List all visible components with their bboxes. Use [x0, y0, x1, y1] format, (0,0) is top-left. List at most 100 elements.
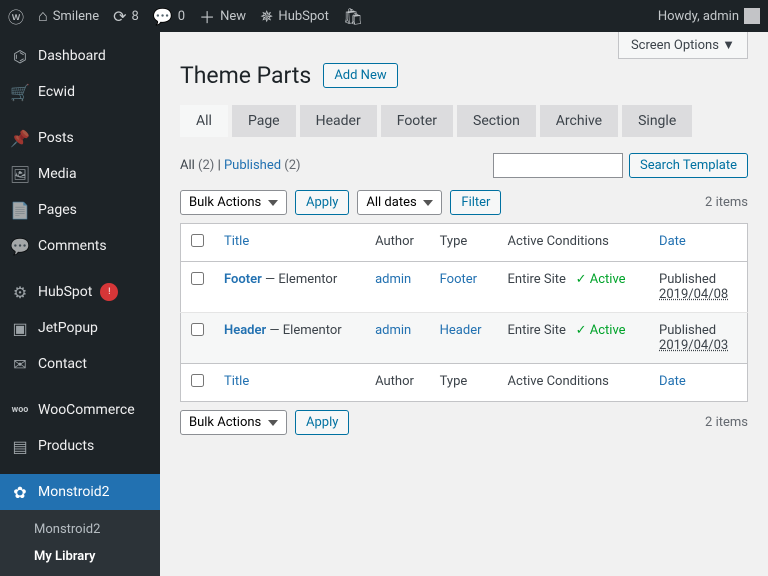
row-checkbox[interactable]	[191, 272, 204, 285]
sidebar-item-woocommerce[interactable]: woo WooCommerce	[0, 392, 160, 428]
filter-button[interactable]: Filter	[450, 190, 501, 215]
row-author-link[interactable]: admin	[375, 323, 411, 338]
contact-icon: ✉	[10, 354, 30, 374]
theme-parts-table: Title Author Type Active Conditions Date…	[180, 223, 748, 402]
row-date-label: Published	[659, 272, 737, 287]
sidebar-item-comments[interactable]: 💬 Comments	[0, 228, 160, 264]
bulk-actions-select[interactable]: Bulk Actions	[180, 190, 287, 215]
admin-sidebar: ⌬ Dashboard 🛒 Ecwid 📌 Posts 🖼 Media 📄 Pages 💬 Comme…	[0, 32, 160, 576]
row-checkbox[interactable]	[191, 323, 204, 336]
dashboard-icon: ⌬	[10, 46, 30, 66]
tab-single[interactable]: Single	[622, 105, 692, 137]
sidebar-item-label: Pages	[38, 202, 77, 218]
sidebar-item-label: WooCommerce	[38, 402, 135, 418]
select-all-checkbox-bottom[interactable]	[191, 374, 204, 387]
col-conditions: Active Conditions	[498, 364, 650, 402]
row-condition-scope: Entire Site	[508, 272, 566, 287]
sidebar-item-label: Media	[38, 166, 77, 182]
col-date[interactable]: Date	[649, 224, 747, 262]
sidebar-item-jetpopup[interactable]: ▣JetPopup	[0, 310, 160, 346]
posts-icon: 📌	[10, 128, 30, 148]
sidebar-item-label: Comments	[38, 238, 107, 254]
sidebar-item-label: HubSpot	[38, 284, 92, 300]
type-tabs: AllPageHeaderFooterSectionArchiveSingle	[180, 105, 748, 137]
sidebar-item-ecwid[interactable]: 🛒 Ecwid	[0, 74, 160, 110]
site-name[interactable]: ⌂Smilene	[38, 6, 99, 26]
search-input[interactable]	[493, 153, 623, 178]
col-type: Type	[430, 364, 498, 402]
bulk-actions-select-bottom[interactable]: Bulk Actions	[180, 410, 287, 435]
tab-all[interactable]: All	[180, 105, 228, 137]
col-title[interactable]: Title	[214, 224, 365, 262]
table-row: Header — Elementor admin Header Entire Site…	[181, 313, 748, 364]
sidebar-item-label: Posts	[38, 130, 74, 146]
col-conditions: Active Conditions	[498, 224, 650, 262]
row-type-link[interactable]: Header	[440, 323, 482, 338]
sidebar-item-monstroid2[interactable]: ✿ Monstroid2	[0, 474, 160, 510]
comments-bubble[interactable]: 💬0	[153, 7, 185, 26]
avatar	[744, 8, 760, 24]
woocommerce-icon: woo	[10, 400, 30, 420]
submenu-item-monstroid2[interactable]: Monstroid2	[0, 516, 160, 543]
sidebar-item-posts[interactable]: 📌 Posts	[0, 120, 160, 156]
sidebar-item-pages[interactable]: 📄 Pages	[0, 192, 160, 228]
row-date-value: 2019/04/08	[659, 287, 728, 302]
apply-button[interactable]: Apply	[295, 190, 349, 215]
monstroid2-icon: ✿	[10, 482, 30, 502]
media-icon: 🖼	[10, 164, 30, 184]
tab-section[interactable]: Section	[457, 105, 536, 137]
new-content[interactable]: ＋New	[199, 4, 246, 28]
apply-button-bottom[interactable]: Apply	[295, 410, 349, 435]
row-suffix: — Elementor	[262, 272, 337, 287]
updates[interactable]: ⟳8	[113, 7, 139, 26]
subsubsub: All (2) | Published (2)	[180, 158, 301, 173]
content-area: Screen Options ▼ Theme Parts Add New All…	[160, 32, 768, 576]
row-suffix: — Elementor	[266, 323, 341, 338]
add-new-button[interactable]: Add New	[323, 63, 397, 88]
my-account[interactable]: Howdy, admin	[658, 8, 760, 24]
row-active-badge: ✓ Active	[576, 272, 626, 287]
col-title[interactable]: Title	[214, 364, 365, 402]
pages-icon: 📄	[10, 200, 30, 220]
jetpopup-icon: ▣	[10, 318, 30, 338]
sidebar-item-products[interactable]: ▤ Products	[0, 428, 160, 464]
col-type: Type	[430, 224, 498, 262]
tab-footer[interactable]: Footer	[381, 105, 453, 137]
row-condition-scope: Entire Site	[508, 323, 566, 338]
published-filter[interactable]: Published	[224, 158, 281, 173]
row-active-badge: ✓ Active	[576, 323, 626, 338]
hubspot-icon: ⚙	[10, 282, 30, 302]
tab-archive[interactable]: Archive	[540, 105, 618, 137]
row-author-link[interactable]: admin	[375, 272, 411, 287]
sidebar-item-hubspot[interactable]: ⚙HubSpot!	[0, 274, 160, 310]
comments-icon: 💬	[10, 236, 30, 256]
submenu-item-my-library[interactable]: My Library	[0, 543, 160, 570]
row-date-value: 2019/04/03	[659, 338, 728, 353]
row-title-link[interactable]: Header	[224, 323, 266, 338]
tab-page[interactable]: Page	[232, 105, 296, 137]
row-type-link[interactable]: Footer	[440, 272, 477, 287]
sidebar-item-label: Monstroid2	[38, 484, 110, 500]
hubspot-bar[interactable]: ✵HubSpot	[260, 7, 329, 26]
cart-bar[interactable]: 🛍	[343, 7, 363, 26]
ecwid-icon: 🛒	[10, 82, 30, 102]
screen-options-toggle[interactable]: Screen Options ▼	[618, 32, 748, 59]
search-template-button[interactable]: Search Template	[629, 153, 748, 178]
sidebar-item-contact[interactable]: ✉ Contact	[0, 346, 160, 382]
sidebar-item-label: Ecwid	[38, 84, 75, 100]
page-title: Theme Parts	[180, 62, 311, 89]
sidebar-item-label: Products	[38, 438, 94, 454]
wp-logo[interactable]: ⓦ	[8, 4, 24, 28]
sidebar-item-dashboard[interactable]: ⌬ Dashboard	[0, 38, 160, 74]
col-date[interactable]: Date	[649, 364, 747, 402]
row-title-link[interactable]: Footer	[224, 272, 262, 287]
sidebar-item-label: Contact	[38, 356, 87, 372]
products-icon: ▤	[10, 436, 30, 456]
select-all-checkbox[interactable]	[191, 234, 204, 247]
sidebar-item-label: Dashboard	[38, 48, 106, 64]
tab-header[interactable]: Header	[300, 105, 377, 137]
date-filter-select[interactable]: All dates	[357, 190, 442, 215]
sidebar-item-media[interactable]: 🖼 Media	[0, 156, 160, 192]
table-row: Footer — Elementor admin Footer Entire Site…	[181, 262, 748, 313]
col-author: Author	[365, 224, 430, 262]
